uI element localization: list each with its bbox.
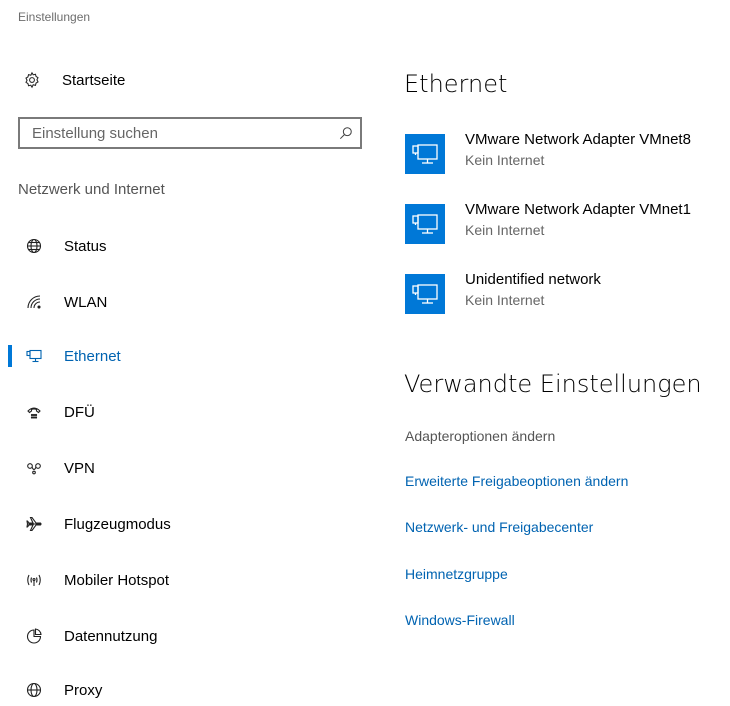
sidebar-item-label: DFÜ (64, 403, 95, 421)
adapter-item[interactable]: VMware Network Adapter VMnet1 Kein Inter… (405, 200, 725, 250)
selection-indicator (8, 457, 12, 479)
proxy-globe-icon (24, 680, 44, 700)
vpn-icon (24, 458, 44, 478)
airplane-icon (24, 514, 44, 534)
sidebar-item-label: WLAN (64, 293, 108, 311)
network-monitor-icon (405, 134, 445, 174)
sidebar-item-wlan[interactable]: WLAN (0, 286, 370, 318)
gear-icon (22, 70, 42, 90)
adapter-options-link[interactable]: Adapteroptionen ändern (405, 428, 555, 444)
window-title: Einstellungen (18, 10, 91, 24)
home-button[interactable]: Startseite (22, 66, 125, 94)
home-label: Startseite (62, 71, 126, 89)
adapter-name: VMware Network Adapter VMnet8 (465, 131, 691, 148)
adapter-name: VMware Network Adapter VMnet1 (465, 201, 691, 218)
sidebar-item-label: Proxy (64, 681, 103, 699)
selection-indicator (8, 679, 12, 701)
sidebar-item-vpn[interactable]: VPN (0, 452, 370, 484)
windows-firewall-link[interactable]: Windows-Firewall (405, 612, 515, 628)
wifi-icon (24, 292, 44, 312)
sidebar-item-proxy[interactable]: Proxy (0, 674, 370, 706)
sidebar-item-label: Status (64, 237, 107, 255)
selection-indicator (8, 345, 12, 367)
selection-indicator (8, 291, 12, 313)
sidebar-item-ethernet[interactable]: Ethernet (0, 340, 370, 372)
sidebar-item-mobile-hotspot[interactable]: Mobiler Hotspot (0, 564, 370, 596)
selection-indicator (8, 569, 12, 591)
advanced-sharing-link[interactable]: Erweiterte Freigabeoptionen ändern (405, 473, 628, 489)
sidebar-item-dfu[interactable]: DFÜ (0, 396, 370, 428)
sidebar-item-status[interactable]: Status (0, 230, 370, 262)
network-monitor-icon (405, 274, 445, 314)
sidebar-item-label: Datennutzung (64, 627, 158, 645)
search-box (18, 117, 362, 149)
section-header: Netzwerk und Internet (18, 181, 165, 198)
sidebar-item-data-usage[interactable]: Datennutzung (0, 620, 370, 652)
adapter-status: Kein Internet (465, 222, 545, 238)
page-title: Ethernet (404, 70, 508, 98)
homegroup-link[interactable]: Heimnetzgruppe (405, 566, 508, 582)
selection-indicator (8, 235, 12, 257)
selection-indicator (8, 513, 12, 535)
ethernet-icon (24, 346, 44, 366)
sidebar-item-label: VPN (64, 459, 95, 477)
hotspot-icon (24, 570, 44, 590)
sidebar-item-label: Mobiler Hotspot (64, 571, 170, 589)
adapter-status: Kein Internet (465, 292, 545, 308)
sidebar-item-label: Ethernet (64, 347, 121, 365)
sidebar-item-airplane-mode[interactable]: Flugzeugmodus (0, 508, 370, 540)
adapter-item[interactable]: VMware Network Adapter VMnet8 Kein Inter… (405, 130, 725, 180)
data-usage-icon (24, 626, 44, 646)
network-monitor-icon (405, 204, 445, 244)
search-input[interactable] (20, 119, 332, 147)
network-sharing-center-link[interactable]: Netzwerk- und Freigabecenter (405, 519, 593, 535)
adapter-status: Kein Internet (465, 152, 545, 168)
selection-indicator (8, 625, 12, 647)
related-settings-title: Verwandte Einstellungen (404, 370, 702, 398)
globe-icon (24, 236, 44, 256)
sidebar-item-label: Flugzeugmodus (64, 515, 171, 533)
adapter-item[interactable]: Unidentified network Kein Internet (405, 270, 725, 320)
dialup-icon (24, 402, 44, 422)
search-icon[interactable] (332, 126, 360, 140)
selection-indicator (8, 401, 12, 423)
adapter-name: Unidentified network (465, 271, 601, 288)
